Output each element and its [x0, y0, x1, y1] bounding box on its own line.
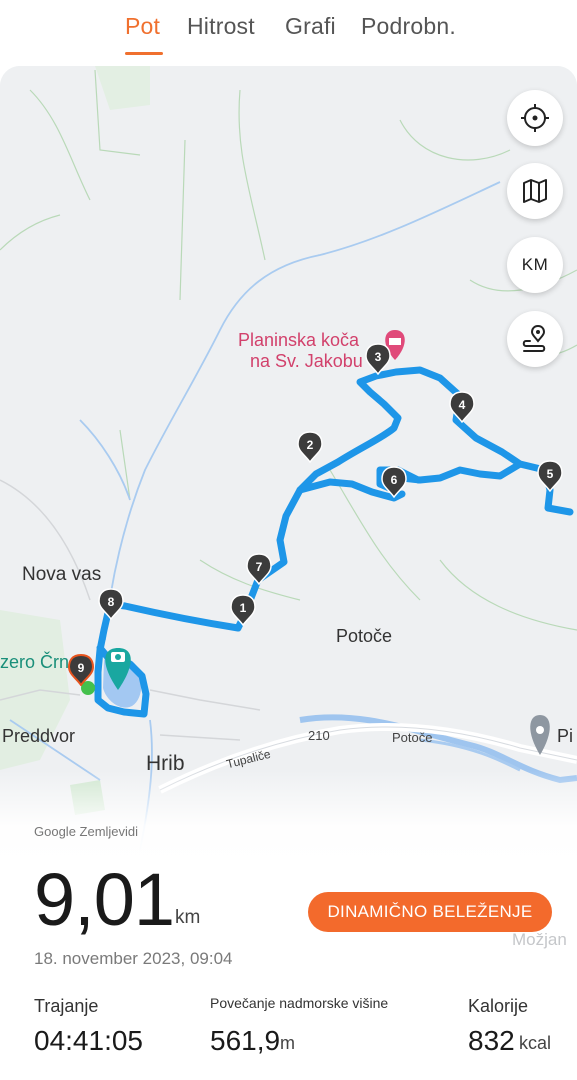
poi-hut-name-line2: na Sv. Jakobu: [250, 351, 363, 371]
place-preddvor: Preddvor: [2, 726, 76, 746]
route-marker-9[interactable]: 9: [67, 653, 95, 687]
place-potoce: Potoče: [336, 626, 393, 646]
route-playback-button[interactable]: [507, 311, 563, 367]
route-marker-8[interactable]: 8: [98, 588, 124, 621]
calories-unit: kcal: [519, 1033, 552, 1053]
place-pi: Pi: [557, 726, 574, 746]
elevation-label: Povečanje nadmorske višine: [210, 995, 389, 1011]
tab-bar: Pot Hitrost Grafi Podrobn.: [0, 0, 577, 62]
crosshair-icon: [521, 104, 549, 132]
route-marker-1[interactable]: 1: [230, 594, 256, 627]
duration-label: Trajanje: [34, 996, 99, 1016]
route-marker-5[interactable]: 5: [537, 460, 563, 493]
route-marker-7[interactable]: 7: [246, 553, 272, 586]
road-210-label: 210: [308, 728, 330, 743]
route-marker-3[interactable]: 3: [365, 343, 391, 376]
place-jezero: zero Črn: [0, 652, 70, 672]
dynamic-recording-button[interactable]: DINAMIČNO BELEŽENJE: [308, 892, 552, 932]
tab-route[interactable]: Pot: [125, 13, 160, 40]
tab-details[interactable]: Podrobn.: [361, 13, 456, 40]
place-nova-vas: Nova vas: [22, 564, 102, 585]
duration-value: 04:41:05: [34, 1025, 143, 1056]
poi-hut-name-line1: Planinska koča: [238, 330, 360, 350]
road-potoce-label: Potoče: [392, 730, 433, 745]
calories-value: 832: [468, 1025, 515, 1056]
elevation-value: 561,9: [210, 1025, 281, 1056]
route-marker-4[interactable]: 4: [449, 391, 475, 424]
distance-value: 9,01: [34, 858, 175, 941]
tab-charts[interactable]: Grafi: [285, 13, 336, 40]
map-layers-button[interactable]: [507, 163, 563, 219]
route-icon: [522, 324, 546, 352]
map-attribution: Google Zemljevidi: [34, 824, 139, 839]
active-tab-indicator: [125, 52, 163, 55]
tab-speed[interactable]: Hitrost: [187, 13, 255, 40]
elevation-unit: m: [280, 1033, 295, 1053]
calories-label: Kalorije: [468, 996, 529, 1016]
units-button[interactable]: KM: [507, 237, 563, 293]
distance-unit: km: [175, 907, 201, 928]
activity-datetime: 18. november 2023, 09:04: [34, 949, 233, 968]
map-icon: [523, 179, 547, 203]
locate-button[interactable]: [507, 90, 563, 146]
route-marker-2[interactable]: 2: [297, 431, 323, 464]
route-marker-6[interactable]: 6: [381, 466, 407, 499]
place-mozjan: Možjan: [512, 930, 567, 949]
